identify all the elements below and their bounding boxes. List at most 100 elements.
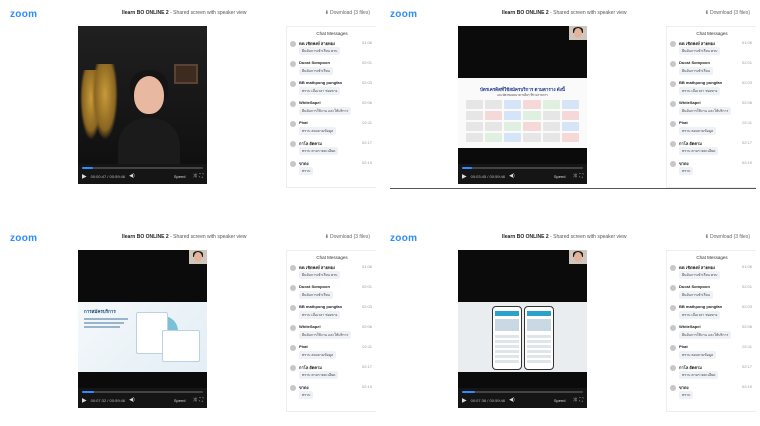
fullscreen-icon[interactable]: ⛶	[579, 397, 583, 403]
progress-fill	[462, 391, 476, 393]
speed-button[interactable]: Speed	[554, 398, 566, 403]
speaker-body	[118, 118, 180, 164]
download-icon: ⬇	[704, 234, 709, 240]
bank-logo	[561, 111, 579, 120]
chat-message: Duost Sompoon 02:01 ยืนยันการเข้าเรียน	[290, 283, 374, 303]
volume-icon[interactable]: ◀)	[129, 397, 135, 403]
plant-decor	[92, 64, 118, 140]
chat-sender: BB mathpong pongfan	[299, 304, 343, 309]
progress-bar[interactable]	[82, 167, 203, 169]
fullscreen-icon[interactable]: ⛶	[579, 173, 583, 179]
chat-text: ทราบ ตามรายละเอียด	[299, 371, 339, 379]
play-icon[interactable]: ▶	[82, 173, 87, 180]
download-button[interactable]: ⬇Download (3 files)	[705, 10, 750, 16]
chat-message: ขาดง 02:19 ทราบ	[290, 383, 374, 403]
bank-logo	[466, 111, 484, 120]
progress-bar[interactable]	[82, 391, 203, 393]
phone-text-line	[527, 360, 551, 363]
chat-text: ทราบ เมื่อเวลา ช่องทาง	[299, 311, 341, 319]
bank-logo	[485, 122, 503, 131]
play-icon[interactable]: ▶	[82, 397, 87, 404]
download-button[interactable]: ⬇Download (3 files)	[705, 234, 750, 240]
bank-logo	[561, 133, 579, 142]
avatar	[290, 305, 296, 311]
chat-message: BB mathpong pongfan 02:03 ทราบ เมื่อเวลา ช…	[290, 303, 374, 323]
fullscreen-icon[interactable]: ⛶	[199, 173, 203, 179]
playback-time: 00:03:45 / 00:59:46	[470, 173, 506, 179]
recording-title: Ilearn BO ONLINE 2 - Shared screen with …	[122, 10, 272, 16]
chat-sender: กาโล ยัตคาม	[679, 141, 702, 146]
download-icon: ⬇	[704, 10, 709, 16]
zoom-logo[interactable]: zoom	[10, 9, 37, 20]
speaker-video	[78, 26, 207, 164]
chat-time: 02:06	[361, 100, 372, 105]
chat-sender: BB เชิดพงษ์ สายทอง	[679, 265, 715, 270]
speaker-face	[574, 28, 582, 38]
chat-sender: Duost Sompoon	[299, 60, 330, 65]
chat-sender: ขาดง	[679, 385, 689, 390]
download-icon: ⬇	[324, 10, 329, 16]
chat-message: Phat 02:11 ทราบ สอบถามข้อมูล	[290, 343, 374, 363]
speaker-face	[134, 76, 164, 114]
play-icon[interactable]: ▶	[462, 397, 467, 404]
avatar	[290, 365, 296, 371]
recording-title-main: Ilearn BO ONLINE 2	[122, 10, 169, 16]
chat-text: ทราบ	[679, 391, 694, 399]
progress-fill	[462, 167, 472, 169]
avatar	[670, 285, 676, 291]
download-icon: ⬇	[324, 234, 329, 240]
chat-header: Chat Messages	[316, 255, 348, 260]
zoom-logo[interactable]: zoom	[390, 233, 417, 244]
speed-button[interactable]: Speed	[554, 174, 566, 179]
recording-title-main: Ilearn BO ONLINE 2	[122, 234, 169, 240]
chat-sender: Phat	[679, 344, 688, 349]
play-icon[interactable]: ▶	[462, 173, 467, 180]
shuffle-icon[interactable]: ⤨	[192, 173, 196, 179]
shuffle-icon[interactable]: ⤨	[572, 397, 576, 403]
avatar	[670, 345, 676, 351]
phone-text-line	[495, 335, 519, 338]
progress-bar[interactable]	[462, 391, 583, 393]
phone-image	[495, 319, 519, 331]
zoom-logo[interactable]: zoom	[390, 9, 417, 20]
avatar	[670, 265, 676, 271]
zoom-logo[interactable]: zoom	[10, 233, 37, 244]
avatar	[670, 365, 676, 371]
speed-button[interactable]: Speed	[174, 174, 186, 179]
volume-icon[interactable]: ◀)	[129, 173, 135, 179]
playback-time: 00:00:47 / 00:59:46	[90, 173, 126, 179]
chat-time: 02:03	[361, 80, 372, 85]
chat-sender: WhiteSapel	[299, 324, 321, 329]
chat-message: Duost Sompoon 02:01 ยืนยันการเข้าเรียน	[670, 59, 754, 79]
avatar	[290, 325, 296, 331]
shuffle-icon[interactable]: ⤨	[572, 173, 576, 179]
download-button[interactable]: ⬇Download (3 files)	[325, 234, 370, 240]
progress-bar[interactable]	[462, 167, 583, 169]
player-controls: ▶ 00:07:32 / 00:59:46 ◀) Speed ⤨ ⛶	[78, 388, 207, 408]
chat-header: Chat Messages	[316, 31, 348, 36]
chat-message: Duost Sompoon 02:01 ยืนยันการเข้าเรียน	[670, 283, 754, 303]
recording-title: Ilearn BO ONLINE 2 - Shared screen with …	[502, 10, 652, 16]
speed-button[interactable]: Speed	[174, 398, 186, 403]
chat-time: 01:06	[361, 264, 372, 269]
progress-fill	[82, 167, 93, 169]
video-player[interactable]: การสมัครบริการ ▶ 00:07:32 / 00:59:46 ◀) Spee…	[78, 250, 207, 408]
video-player[interactable]: บัตรเครดิตที่ใช้สมัครบริการ ตามตาราง ดัง…	[458, 26, 587, 184]
chat-sender: Duost Sompoon	[299, 284, 330, 289]
chat-text: ยืนยันการใช้งาน และให้บริการ	[679, 331, 732, 339]
chat-time: 02:06	[741, 100, 752, 105]
fullscreen-icon[interactable]: ⛶	[199, 397, 203, 403]
chat-sender: BB mathpong pongfan	[679, 80, 723, 85]
avatar	[670, 325, 676, 331]
download-button[interactable]: ⬇Download (3 files)	[325, 10, 370, 16]
bank-logo	[504, 133, 522, 142]
chat-time: 02:19	[361, 160, 372, 165]
video-player[interactable]: ▶ 00:00:47 / 00:59:46 ◀) Speed ⤨ ⛶	[78, 26, 207, 184]
wall-picture	[174, 64, 198, 84]
volume-icon[interactable]: ◀)	[509, 173, 515, 179]
shuffle-icon[interactable]: ⤨	[192, 397, 196, 403]
speaker-thumbnail	[569, 250, 587, 264]
chat-message: กาโล ยัตคาม 02:17 ทราบ ตามรายละเอียด	[670, 363, 754, 383]
video-player[interactable]: ▶ 00:07:36 / 00:59:46 ◀) Speed ⤨ ⛶	[458, 250, 587, 408]
volume-icon[interactable]: ◀)	[509, 397, 515, 403]
